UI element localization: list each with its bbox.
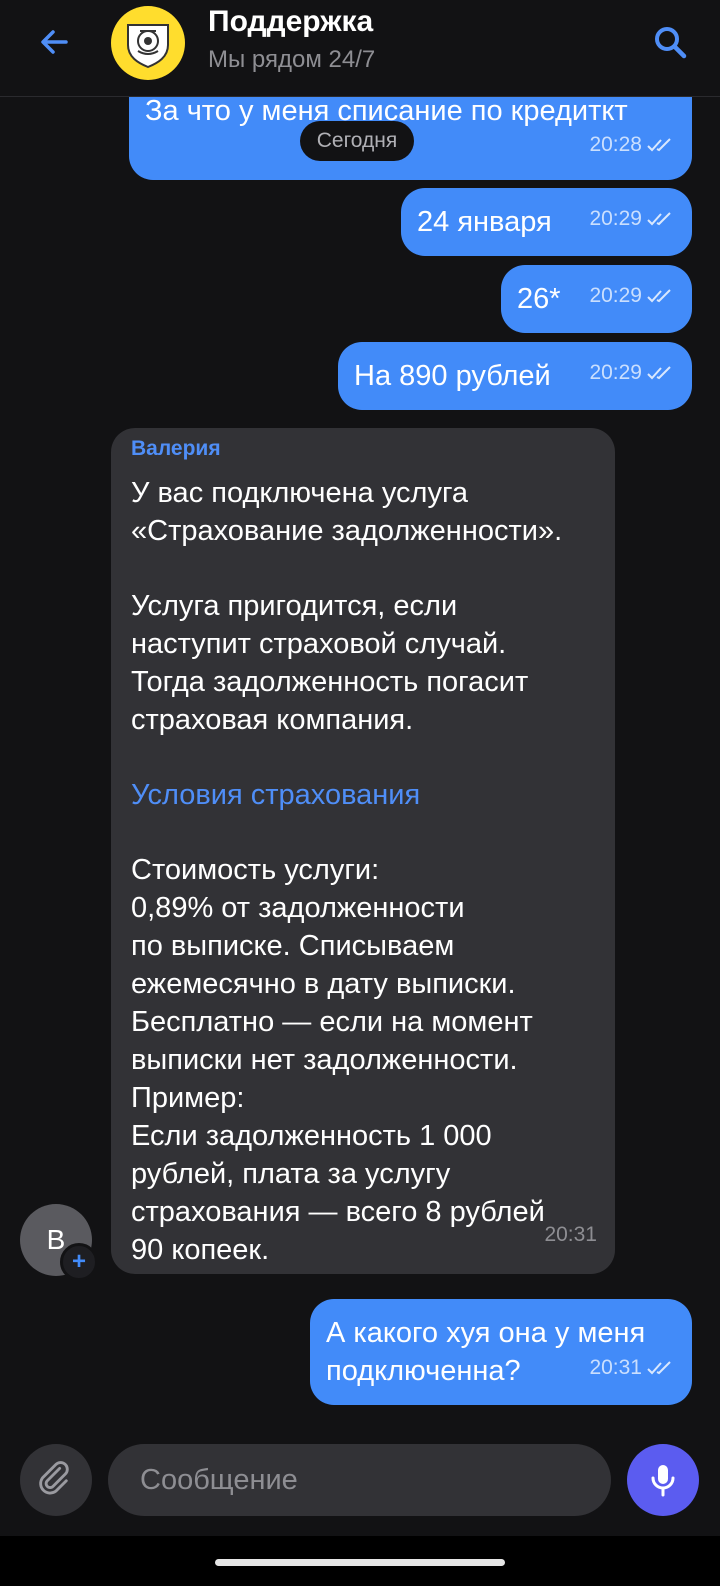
message-text: На 890 рублей xyxy=(354,360,551,392)
attach-button[interactable] xyxy=(20,1444,92,1516)
date-separator: Сегодня xyxy=(300,121,414,161)
message-time: 20:29 xyxy=(589,284,642,307)
message-meta: 20:28 xyxy=(589,126,674,164)
message-meta: 20:29 xyxy=(589,200,674,238)
back-button[interactable] xyxy=(30,18,78,66)
paperclip-icon xyxy=(39,1461,69,1495)
message-meta: 20:31 xyxy=(544,1216,597,1254)
bank-logo-icon xyxy=(127,24,169,69)
search-button[interactable] xyxy=(646,18,694,66)
double-check-icon xyxy=(647,289,671,303)
message-meta: 20:29 xyxy=(589,277,674,315)
header-layer: Поддержка Мы рядом 24/7 xyxy=(0,0,720,97)
support-avatar[interactable] xyxy=(111,6,185,80)
add-badge[interactable]: + xyxy=(60,1243,98,1281)
search-icon xyxy=(655,27,687,59)
message-text: 24 января xyxy=(417,206,552,238)
insurance-terms-link[interactable]: Условия страхования xyxy=(131,776,595,814)
microphone-icon xyxy=(651,1465,675,1497)
sender-name: Валерия xyxy=(131,437,221,460)
message-time: 20:31 xyxy=(589,1356,642,1379)
message-incoming[interactable]: Валерия У вас подключена услуга «Страхов… xyxy=(111,428,615,1274)
message-paragraph: Стоимость услуги: 0,89% от задолженности… xyxy=(131,854,545,1266)
message-outgoing[interactable]: А какого хуя она у меня подключенна? 20:… xyxy=(310,1299,692,1405)
message-paragraph: У вас подключена услуга «Страхование зад… xyxy=(131,477,563,547)
message-outgoing[interactable]: 24 января 20:29 xyxy=(401,188,692,256)
voice-record-button[interactable] xyxy=(627,1444,699,1516)
message-meta: 20:29 xyxy=(589,354,674,392)
message-text: 26* xyxy=(517,283,561,315)
message-time: 20:31 xyxy=(544,1223,597,1246)
message-time: 20:29 xyxy=(589,361,642,384)
double-check-icon xyxy=(647,1361,671,1375)
message-meta: 20:31 xyxy=(589,1349,674,1387)
double-check-icon xyxy=(647,366,671,380)
home-indicator[interactable] xyxy=(215,1559,505,1566)
back-arrow-icon xyxy=(41,30,68,54)
double-check-icon xyxy=(647,138,671,152)
message-input[interactable]: Сообщение xyxy=(108,1444,611,1516)
message-time: 20:29 xyxy=(589,207,642,230)
double-check-icon xyxy=(647,212,671,226)
message-paragraph: Услуга пригодится, если наступит страхов… xyxy=(131,590,529,736)
message-outgoing[interactable]: 26* 20:29 xyxy=(501,265,692,333)
message-outgoing[interactable]: На 890 рублей 20:29 xyxy=(338,342,692,410)
chat-subtitle: Мы рядом 24/7 xyxy=(208,46,376,73)
chat-title: Поддержка xyxy=(208,5,374,38)
message-time: 20:28 xyxy=(589,133,642,156)
